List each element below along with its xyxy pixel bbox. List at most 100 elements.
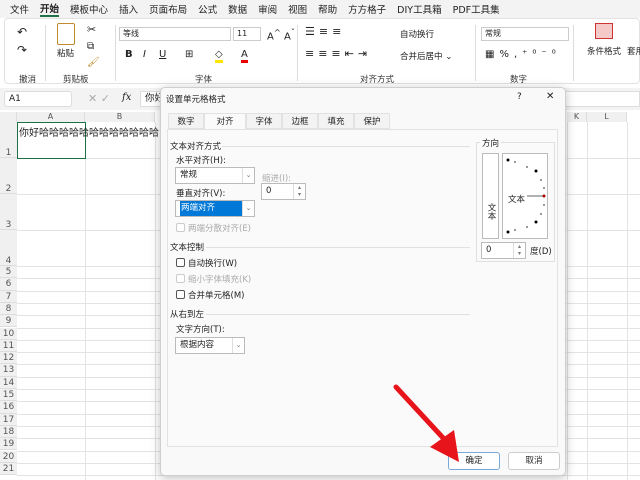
section-orientation: 方向 (480, 137, 502, 149)
shrink-checkbox[interactable] (176, 274, 185, 283)
spinner-icon[interactable]: ▴ ▾ (293, 184, 305, 199)
merge-label: 合并后居中 (400, 52, 443, 62)
distributed-checkbox[interactable] (176, 223, 185, 232)
row-header[interactable]: 5 (0, 266, 17, 279)
row-header[interactable]: 15 (0, 389, 17, 402)
format-painter-icon[interactable]: 🖌 (87, 57, 100, 68)
row-header[interactable]: 21 (0, 462, 17, 476)
menu-5[interactable]: 公式 (198, 2, 217, 16)
tab-0[interactable]: 数字 (168, 113, 204, 129)
menu-12[interactable]: PDF工具集 (453, 2, 500, 16)
merge-center-button[interactable]: 合并后居中 ⌄ (400, 50, 452, 62)
row-header[interactable]: 13 (0, 364, 17, 377)
group-font-label: 字体 (195, 75, 213, 85)
column-header[interactable]: A (17, 112, 85, 122)
menu-11[interactable]: DIY工具箱 (397, 2, 441, 16)
vertical-align-dropdown[interactable]: 两端对齐 ⌄ (175, 200, 255, 217)
cut-icon[interactable]: ✂ (87, 23, 96, 36)
merge-cells-checkbox[interactable] (176, 290, 185, 299)
section-text-control: 文本控制 (170, 243, 205, 253)
vertical-align-icons[interactable]: ☰≡≡ (305, 25, 345, 38)
redo-icon[interactable]: ↷ (17, 43, 27, 57)
menu-6[interactable]: 数据 (228, 2, 247, 16)
paste-icon[interactable] (57, 23, 75, 45)
chevron-down-icon: ⌄ (232, 338, 244, 353)
font-color-icon[interactable]: A (241, 49, 248, 63)
row-header[interactable]: 14 (0, 376, 17, 389)
italic-icon[interactable]: I (143, 49, 146, 60)
row-header[interactable]: 6 (0, 278, 17, 291)
tab-3[interactable]: 边框 (282, 113, 318, 129)
indent-spinner[interactable]: 0 ▴ ▾ (261, 183, 306, 200)
underline-icon[interactable]: U (159, 49, 166, 60)
menu-10[interactable]: 方方格子 (348, 2, 386, 16)
bold-icon[interactable]: B (125, 49, 133, 60)
row-header[interactable]: 3 (0, 194, 17, 230)
text-direction-dropdown[interactable]: 根据内容 ⌄ (175, 337, 245, 354)
number-format-icons[interactable]: ▦%,⁺⁰⁻⁰ (485, 49, 561, 60)
row-header[interactable]: 1 (0, 122, 17, 158)
degrees-spinner[interactable]: 0 ▴ ▾ (481, 242, 526, 259)
tab-1[interactable]: 对齐 (204, 113, 246, 130)
tab-2[interactable]: 字体 (246, 113, 282, 129)
row-header[interactable]: 4 (0, 230, 17, 266)
ok-button[interactable]: 确定 (448, 452, 500, 470)
tab-4[interactable]: 填充 (318, 113, 354, 129)
undo-icon[interactable]: ↶ (17, 25, 27, 39)
row-header[interactable]: 17 (0, 413, 17, 426)
column-header[interactable]: B (85, 112, 155, 122)
close-button[interactable]: ✕ (546, 91, 554, 102)
paste-button[interactable]: 粘贴 (57, 47, 74, 59)
menu-9[interactable]: 帮助 (318, 2, 337, 16)
menu-4[interactable]: 页面布局 (149, 2, 187, 16)
row-header[interactable]: 9 (0, 315, 17, 328)
border-icon[interactable]: ⊞ (185, 49, 193, 60)
menu-3[interactable]: 插入 (119, 2, 138, 16)
row-header[interactable]: 2 (0, 158, 17, 194)
row-header[interactable]: 20 (0, 450, 17, 463)
vertical-text-button[interactable]: 文本 (482, 153, 499, 239)
row-header[interactable]: 16 (0, 401, 17, 414)
row-header[interactable]: 10 (0, 327, 17, 340)
merge-cells-label: 合并单元格(M) (188, 291, 245, 301)
row-header[interactable]: 18 (0, 425, 17, 439)
cancel-check-icons[interactable]: ✕ ✓ (88, 92, 110, 105)
direction-value: 根据内容 (180, 340, 215, 350)
conditional-format-button[interactable]: 条件格式 (587, 45, 621, 57)
wrap-text-checkbox[interactable] (176, 258, 185, 267)
horizontal-align-icons[interactable]: ≡≡≡⇤⇥ (305, 47, 371, 60)
spinner-icon[interactable]: ▴ ▾ (513, 243, 525, 258)
horizontal-align-dropdown[interactable]: 常规 ⌄ (175, 167, 255, 184)
menu-1[interactable]: 开始 (40, 1, 60, 17)
menu-2[interactable]: 模板中心 (70, 2, 108, 16)
column-header[interactable]: L (587, 112, 627, 122)
group-number-label: 数字 (510, 75, 528, 85)
conditional-format-icon[interactable] (595, 23, 613, 39)
copy-icon[interactable]: ⧉ (87, 41, 94, 52)
table-format-button[interactable]: 套用表格格式 (627, 45, 640, 57)
cancel-button[interactable]: 取消 (508, 452, 560, 470)
tab-5[interactable]: 保护 (354, 113, 390, 129)
font-size-combo[interactable]: 11 (233, 27, 261, 41)
wrap-text-button[interactable]: 自动换行 (400, 28, 434, 40)
font-name-combo[interactable]: 等线 (119, 27, 231, 41)
menu-0[interactable]: 文件 (10, 2, 29, 16)
name-box[interactable]: A1 (4, 91, 72, 107)
fx-button[interactable]: fx (122, 92, 131, 103)
row-header[interactable]: 12 (0, 352, 17, 365)
row-header[interactable]: 19 (0, 438, 17, 451)
help-button[interactable]: ? (517, 92, 522, 102)
number-format-combo[interactable]: 常规 (481, 27, 569, 41)
row-header[interactable]: 7 (0, 290, 17, 303)
row-header[interactable]: 11 (0, 339, 17, 353)
increase-font-icon[interactable]: A^ Aˇ (267, 27, 295, 42)
fill-color-icon[interactable]: ◇ (215, 49, 223, 63)
vertical-value: 两端对齐 (180, 201, 242, 216)
column-header[interactable]: K (567, 112, 587, 122)
corner[interactable] (0, 112, 17, 122)
menu-7[interactable]: 审阅 (258, 2, 277, 16)
group-clipboard-label: 剪贴板 (63, 75, 89, 85)
menu-8[interactable]: 视图 (288, 2, 307, 16)
row-header[interactable]: 8 (0, 302, 17, 316)
wrap-text-label: 自动换行(W) (188, 259, 238, 269)
